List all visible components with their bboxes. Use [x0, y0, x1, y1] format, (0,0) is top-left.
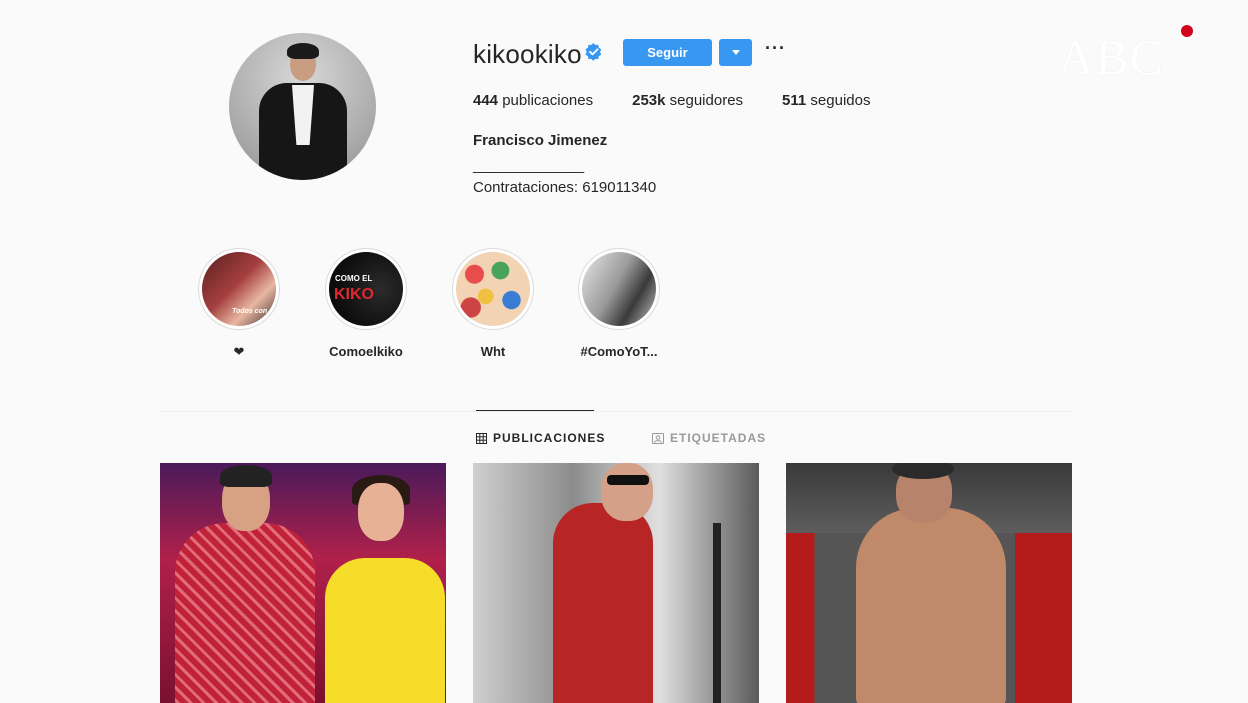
tab-publicaciones[interactable]: PUBLICACIONES: [476, 431, 605, 445]
bio-divider: _______________: [473, 157, 584, 174]
highlight-label: Comoelkiko: [329, 344, 403, 359]
highlight-cover: Todos con: [202, 252, 276, 326]
abc-watermark-logo: ABC: [1058, 29, 1164, 85]
post-figure: [325, 558, 445, 703]
followers-label: seguidores: [669, 92, 744, 109]
post-figure: [856, 508, 1006, 703]
followers-count: 253k: [632, 92, 666, 109]
tabs-divider: [160, 411, 1071, 412]
highlight-cover: [582, 252, 656, 326]
highlight-item[interactable]: Wht: [452, 248, 534, 359]
tag-icon: [652, 432, 664, 444]
grid-icon: [476, 432, 487, 444]
follow-button[interactable]: Seguir: [623, 39, 712, 66]
post-figure-sunglasses: [607, 475, 649, 485]
posts-count: 444: [473, 92, 499, 109]
highlight-item[interactable]: Todos con ❤: [198, 248, 280, 360]
active-tab-indicator: [476, 410, 594, 411]
stat-posts: 444 publicaciones: [473, 92, 593, 109]
highlight-cover-title: KIKO: [334, 286, 374, 303]
post-figure: [175, 523, 315, 703]
posts-label: publicaciones: [502, 92, 594, 109]
post-lamppost: [713, 523, 721, 703]
highlight-label: Wht: [480, 344, 506, 359]
profile-full-name: Francisco Jimenez: [473, 132, 608, 149]
post-thumbnail[interactable]: [786, 463, 1072, 703]
post-thumbnail[interactable]: [473, 463, 759, 703]
abc-watermark-dot: [1181, 25, 1193, 37]
highlight-label: #ComoYoT...: [580, 344, 658, 359]
profile-username: kikookiko: [473, 39, 582, 69]
stat-followers[interactable]: 253k seguidores: [632, 92, 743, 109]
highlight-item[interactable]: #ComoYoT...: [578, 248, 660, 359]
highlight-ring: Todos con: [198, 248, 280, 330]
tab-label: ETIQUETADAS: [670, 431, 767, 445]
post-thumbnail[interactable]: [160, 463, 446, 703]
highlight-label: ❤: [233, 344, 245, 359]
highlight-ring: COMO EL KIKO: [325, 248, 407, 330]
chevron-down-icon: [731, 50, 740, 55]
post-figure: [553, 503, 653, 703]
more-options-icon[interactable]: ···: [765, 38, 786, 59]
highlight-cover-text: Todos con: [232, 308, 268, 315]
post-figure-hair: [220, 465, 272, 487]
highlight-cover: COMO EL KIKO: [329, 252, 403, 326]
tab-label: PUBLICACIONES: [493, 431, 606, 445]
avatar-figure-hair: [287, 43, 319, 59]
highlight-cover-text: COMO EL: [335, 274, 373, 283]
following-label: seguidos: [810, 92, 871, 109]
highlight-ring: [452, 248, 534, 330]
profile-stats: 444 publicaciones 253k seguidores 511 se…: [473, 92, 909, 109]
suggestions-dropdown-button[interactable]: [719, 39, 752, 66]
following-count: 511: [782, 92, 807, 109]
post-figure-head: [601, 463, 653, 521]
highlight-item[interactable]: COMO EL KIKO Comoelkiko: [325, 248, 407, 359]
tab-etiquetadas[interactable]: ETIQUETADAS: [652, 431, 766, 445]
post-figure-head: [358, 483, 404, 541]
highlight-ring: [578, 248, 660, 330]
profile-avatar[interactable]: [229, 33, 376, 180]
bio-contract: Contrataciones: 619011340: [473, 179, 657, 196]
highlight-cover: [456, 252, 530, 326]
verified-badge-icon: [585, 43, 602, 61]
stat-following[interactable]: 511 seguidos: [782, 92, 870, 109]
